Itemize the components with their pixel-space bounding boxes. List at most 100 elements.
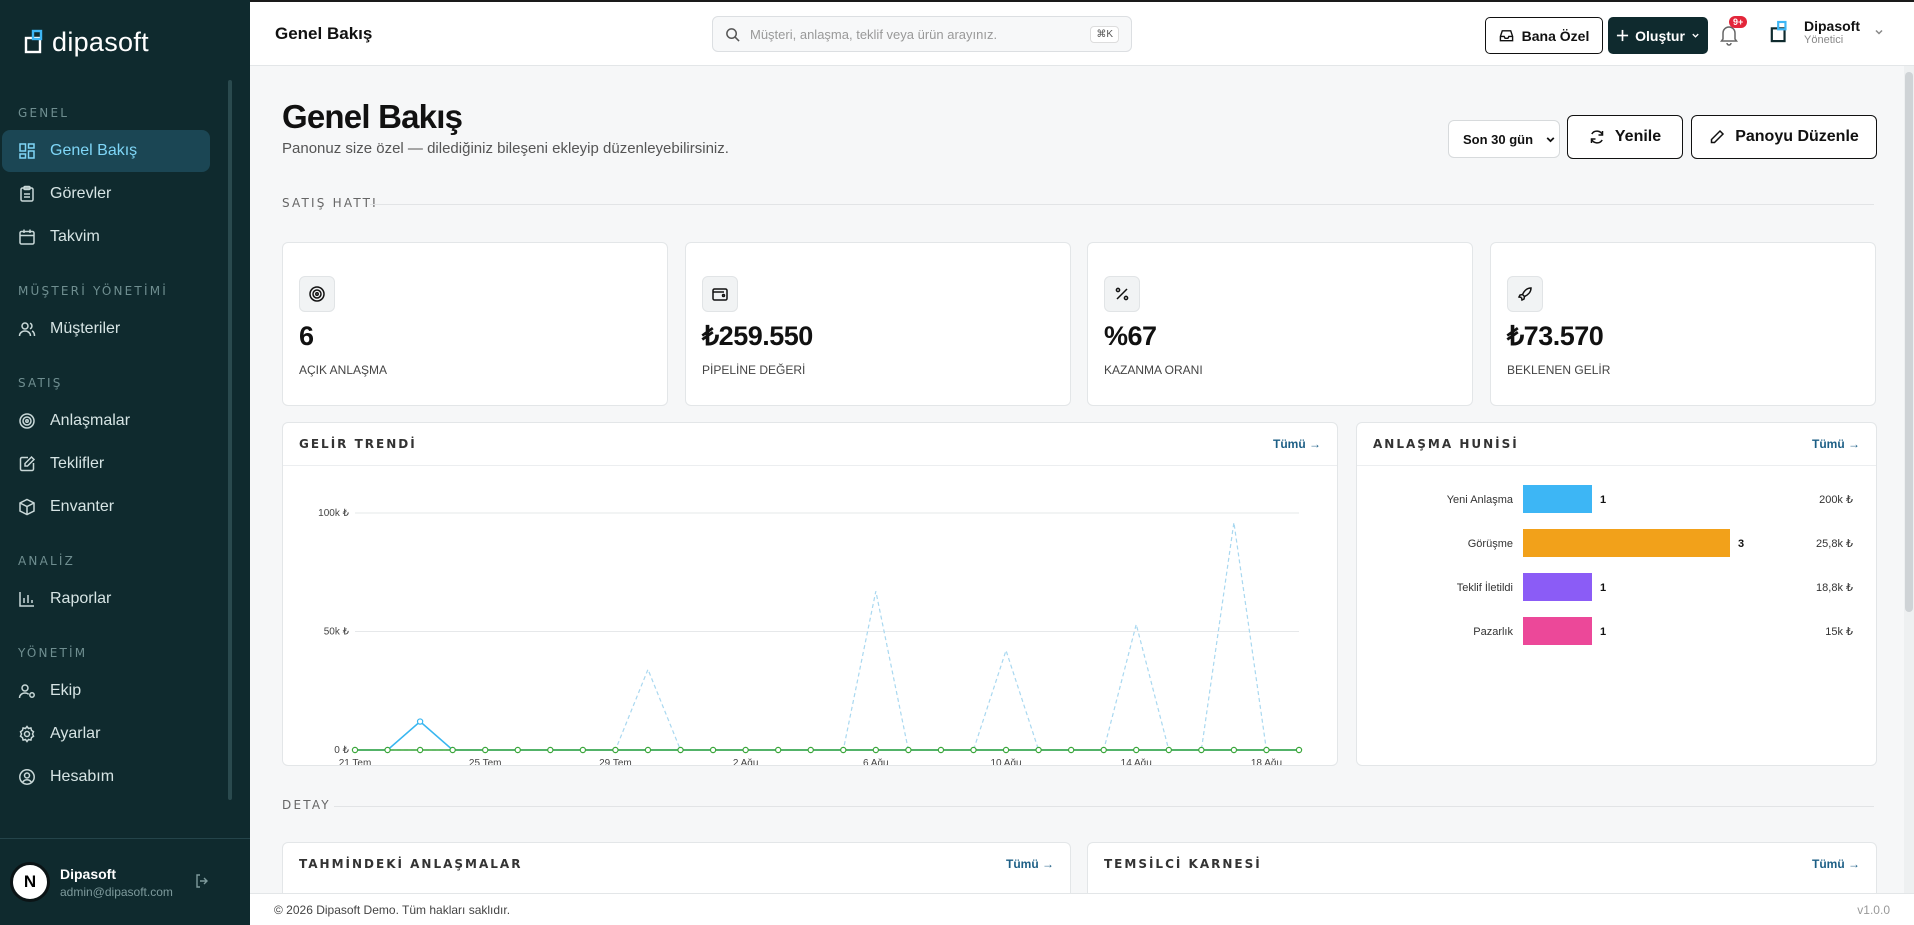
data-point <box>384 746 391 754</box>
y-tick-label: 100k ₺ <box>318 508 349 519</box>
edit-dashboard-label: Panoyu Düzenle <box>1735 128 1859 145</box>
card-link-all[interactable]: Tümü → <box>1273 437 1321 451</box>
pencil-icon <box>1710 129 1725 144</box>
main-scrollbar[interactable] <box>1904 66 1914 893</box>
refresh-icon <box>1590 130 1604 144</box>
kpi-label: AÇIK ANLAŞMA <box>299 363 388 377</box>
data-point <box>482 746 489 754</box>
sidebar-item-label: Hesabım <box>50 768 115 785</box>
arrow-right-icon: → <box>1848 437 1860 451</box>
x-tick-label: 10 Ağu <box>990 758 1021 766</box>
card-link-label: Tümü <box>1272 437 1306 451</box>
card-divider <box>1357 465 1876 466</box>
kpi-open-deals[interactable]: 6 AÇIK ANLAŞMA <box>282 242 668 406</box>
card-link-all[interactable]: Tümü → <box>1812 437 1860 451</box>
arrow-right-icon: → <box>1309 437 1321 451</box>
sidebar-item-overview[interactable]: Genel Bakış <box>2 130 210 172</box>
x-tick-label: 25 Tem <box>469 758 502 766</box>
user-name: Dipasoft <box>60 865 116 882</box>
funnel-amount-label: 15k ₺ <box>1825 626 1853 638</box>
data-point <box>1133 746 1140 754</box>
user-circle-icon <box>19 769 35 785</box>
data-point <box>709 746 717 754</box>
x-tick-label: 21 Tem <box>339 758 372 766</box>
funnel-count-label: 1 <box>1600 582 1606 594</box>
sidebar-item-settings[interactable]: Ayarlar <box>2 713 210 755</box>
edit-dashboard-button[interactable]: Panoyu Düzenle <box>1691 115 1877 159</box>
refresh-button[interactable]: Yenile <box>1567 115 1683 159</box>
search-input[interactable]: Müşteri, anlaşma, teklif veya ürün arayı… <box>712 16 1132 52</box>
data-point <box>807 746 814 754</box>
data-point <box>1198 746 1205 754</box>
date-range-select[interactable]: Son 30 gün <box>1448 120 1560 158</box>
create-button[interactable]: Oluştur <box>1608 17 1708 54</box>
x-tick-label: 29 Tem <box>599 758 632 766</box>
data-point <box>1165 746 1172 754</box>
data-point <box>1002 746 1010 754</box>
section-divider <box>370 204 1874 205</box>
brand-logo[interactable]: dipasoft <box>0 0 250 84</box>
sidebar-item-tasks[interactable]: Görevler <box>2 173 210 215</box>
sidebar-user[interactable]: N Dipasoft admin@dipasoft.com <box>0 838 250 925</box>
scrollbar-thumb[interactable] <box>1905 72 1913 612</box>
sidebar-item-label: Görevler <box>50 185 112 202</box>
arrow-right-icon: → <box>1848 857 1860 871</box>
funnel-count-label: 3 <box>1738 538 1744 550</box>
card-divider <box>283 465 1337 466</box>
funnel-bar <box>1523 573 1592 601</box>
funnel-bar <box>1523 617 1592 645</box>
data-point <box>840 746 847 754</box>
funnel-category-label: Görüşme <box>1468 538 1513 550</box>
kpi-value: 6 <box>299 321 314 351</box>
funnel-category-label: Pazarlık <box>1473 626 1513 638</box>
footer-copyright: © 2026 Dipasoft Demo. Tüm hakları saklıd… <box>274 903 511 917</box>
sidebar-item-team[interactable]: Ekip <box>2 670 210 712</box>
card-title: ANLAŞMA HUNİSİ <box>1373 437 1519 451</box>
sidebar-item-deals[interactable]: Anlaşmalar <box>2 400 210 442</box>
sidebar-section-title: ANALİZ <box>18 554 76 568</box>
sidebar-item-inventory[interactable]: Envanter <box>2 486 210 528</box>
card-link-label: Tümü <box>1005 857 1039 871</box>
kpi-label: KAZANMA ORANI <box>1104 363 1203 377</box>
data-point <box>351 746 359 754</box>
card-revenue-trend: GELİR TRENDİ Tümü → 0 ₺ 50k ₺ 100k ₺ 21 Tem… <box>282 422 1338 766</box>
sidebar-item-account[interactable]: Hesabım <box>2 756 210 798</box>
funnel-bar <box>1523 485 1592 513</box>
profile-menu[interactable]: Dipasoft Yönetici <box>1770 18 1884 46</box>
section-sales-pipeline: SATIŞ HATTI <box>282 196 378 210</box>
team-icon <box>18 684 35 699</box>
logout-icon[interactable] <box>194 873 210 889</box>
card-title: GELİR TRENDİ <box>299 437 417 451</box>
sidebar-nav: GENEL Genel Bakış Görevler Takvim MÜŞTER… <box>0 80 240 836</box>
bar-chart-icon <box>19 592 34 607</box>
kpi-value: %67 <box>1104 321 1157 351</box>
profile-logo-icon <box>1770 20 1787 43</box>
sidebar-item-label: Ekip <box>50 682 82 699</box>
kpi-expected-revenue[interactable]: ₺73.570 BEKLENEN GELİR <box>1490 242 1876 406</box>
kpi-pipeline-value[interactable]: ₺259.550 PİPELİNE DEĞERİ <box>685 242 1071 406</box>
box-icon <box>19 498 35 516</box>
sidebar-item-label: Raporlar <box>50 590 112 607</box>
chevron-down-icon <box>1875 29 1883 35</box>
sidebar-item-reports[interactable]: Raporlar <box>2 578 210 620</box>
sidebar-item-quotes[interactable]: Teklifler <box>2 443 210 485</box>
sidebar: dipasoft GENEL Genel Bakış Görevler Takv… <box>0 0 250 925</box>
date-range-value: Son 30 gün <box>1463 131 1534 147</box>
y-tick-label: 50k ₺ <box>324 627 350 638</box>
funnel-amount-label: 200k ₺ <box>1819 494 1853 506</box>
card-link-all[interactable]: Tümü → <box>1812 857 1860 871</box>
users-icon <box>18 322 36 337</box>
data-point <box>774 746 782 754</box>
avatar: N <box>10 862 50 902</box>
sidebar-item-calendar[interactable]: Takvim <box>2 216 210 258</box>
brand-name: dipasoft <box>52 26 149 57</box>
page-subtitle: Panonuz size özel — dilediğiniz bileşeni… <box>282 140 729 157</box>
data-point <box>872 746 880 754</box>
card-link-all[interactable]: Tümü → <box>1006 857 1054 871</box>
personal-button[interactable]: Bana Özel <box>1485 17 1603 54</box>
data-point <box>644 746 652 754</box>
footer-version: v1.0.0 <box>1857 903 1890 917</box>
sidebar-item-customers[interactable]: Müşteriler <box>2 308 210 350</box>
personal-button-label: Bana Özel <box>1521 27 1590 44</box>
kpi-win-rate[interactable]: %67 KAZANMA ORANI <box>1087 242 1473 406</box>
